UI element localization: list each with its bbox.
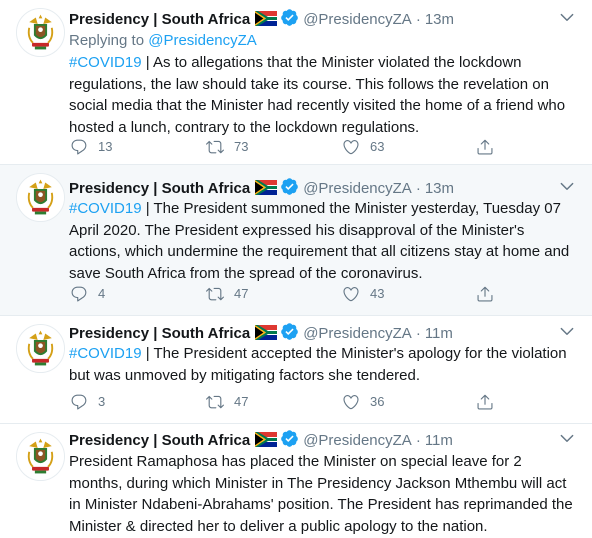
reply-button[interactable]: 3 [70,392,105,412]
share-icon [476,285,494,303]
share-button[interactable] [476,137,504,157]
tweet[interactable]: Presidency | South Africa @PresidencyZA · 1… [0,165,592,316]
like-count: 63 [370,139,385,154]
replying-to: Replying to @PresidencyZA [69,31,257,51]
tweet-text: #COVID19 | The President accepted the Mi… [69,343,579,386]
chevron-down-icon[interactable] [558,177,576,195]
tweet-text-body: President Ramaphosa has placed the Minis… [69,453,573,535]
timestamp[interactable]: 13m [425,180,454,197]
chevron-down-icon[interactable] [558,429,576,447]
tweet-actions: 13 73 63 [69,137,509,157]
chevron-down-icon[interactable] [558,322,576,340]
tweet-text-body: | As to allegations that the Minister vi… [69,54,566,136]
like-button[interactable]: 43 [342,284,384,304]
like-button[interactable]: 63 [342,137,384,157]
share-button[interactable] [476,284,504,304]
retweet-count: 47 [234,286,249,301]
reply-icon [70,285,88,303]
reply-icon [70,138,88,156]
tweet-header: Presidency | South Africa @PresidencyZA · 1… [69,322,552,344]
retweet-icon [206,138,224,156]
timestamp[interactable]: 13m [425,11,454,28]
hashtag-link[interactable]: #COVID19 [69,200,142,217]
retweet-button[interactable]: 47 [206,392,248,412]
verified-badge-icon [280,322,299,341]
separator-dot: · [415,432,421,449]
retweet-icon [206,285,224,303]
retweet-button[interactable]: 47 [206,284,248,304]
verified-badge-icon [280,429,299,448]
tweet[interactable]: Presidency | South Africa @PresidencyZA · 1… [0,424,592,538]
verified-badge-icon [280,8,299,27]
tweet[interactable]: Presidency | South Africa @PresidencyZA · 1… [0,0,592,165]
retweet-count: 47 [234,394,249,409]
south-africa-flag-icon [255,432,277,447]
account-handle[interactable]: @PresidencyZA [303,432,412,449]
verified-badge-icon [280,177,299,196]
avatar[interactable] [16,173,65,222]
reply-icon [70,393,88,411]
hashtag-link[interactable]: #COVID19 [69,345,142,362]
account-name[interactable]: Presidency | South Africa [69,432,250,449]
tweet-actions: 3 47 36 [69,392,509,412]
like-button[interactable]: 36 [342,392,384,412]
timestamp[interactable]: 11m [425,325,453,342]
share-button[interactable] [476,392,504,412]
heart-icon [342,393,360,411]
tweet-header: Presidency | South Africa @PresidencyZA · 1… [69,429,552,451]
heart-icon [342,285,360,303]
reply-button[interactable]: 4 [70,284,105,304]
replying-to-label: Replying to [69,32,145,49]
account-handle[interactable]: @PresidencyZA [303,325,412,342]
replying-to-handle[interactable]: @PresidencyZA [148,32,257,49]
reply-count: 3 [98,394,106,409]
tweet-actions: 4 47 43 [69,284,509,304]
retweet-icon [206,393,224,411]
separator-dot: · [415,180,421,197]
south-africa-flag-icon [255,180,277,195]
tweet-text: #COVID19 | The President summoned the Mi… [69,198,579,284]
tweet-text: President Ramaphosa has placed the Minis… [69,451,579,537]
share-icon [476,138,494,156]
like-count: 43 [370,286,385,301]
tweet[interactable]: Presidency | South Africa @PresidencyZA · 1… [0,316,592,424]
chevron-down-icon[interactable] [558,8,576,26]
account-name[interactable]: Presidency | South Africa [69,11,250,28]
account-handle[interactable]: @PresidencyZA [303,11,412,28]
like-count: 36 [370,394,385,409]
south-africa-flag-icon [255,11,277,26]
separator-dot: · [415,325,421,342]
avatar[interactable] [16,432,65,481]
heart-icon [342,138,360,156]
avatar[interactable] [16,324,65,373]
reply-count: 4 [98,286,106,301]
hashtag-link[interactable]: #COVID19 [69,54,142,71]
tweet-header: Presidency | South Africa @PresidencyZA · 1… [69,8,552,30]
reply-count: 13 [98,139,113,154]
share-icon [476,393,494,411]
tweet-text-body: | The President accepted the Minister's … [69,345,567,384]
separator-dot: · [415,11,421,28]
tweet-text: #COVID19 | As to allegations that the Mi… [69,52,579,138]
account-name[interactable]: Presidency | South Africa [69,325,250,342]
south-africa-flag-icon [255,325,277,340]
avatar[interactable] [16,8,65,57]
account-name[interactable]: Presidency | South Africa [69,180,250,197]
retweet-button[interactable]: 73 [206,137,248,157]
retweet-count: 73 [234,139,249,154]
tweet-header: Presidency | South Africa @PresidencyZA · 1… [69,177,552,199]
account-handle[interactable]: @PresidencyZA [303,180,412,197]
reply-button[interactable]: 13 [70,137,112,157]
timestamp[interactable]: 11m [425,432,453,449]
tweet-text-body: | The President summoned the Minister ye… [69,200,570,282]
